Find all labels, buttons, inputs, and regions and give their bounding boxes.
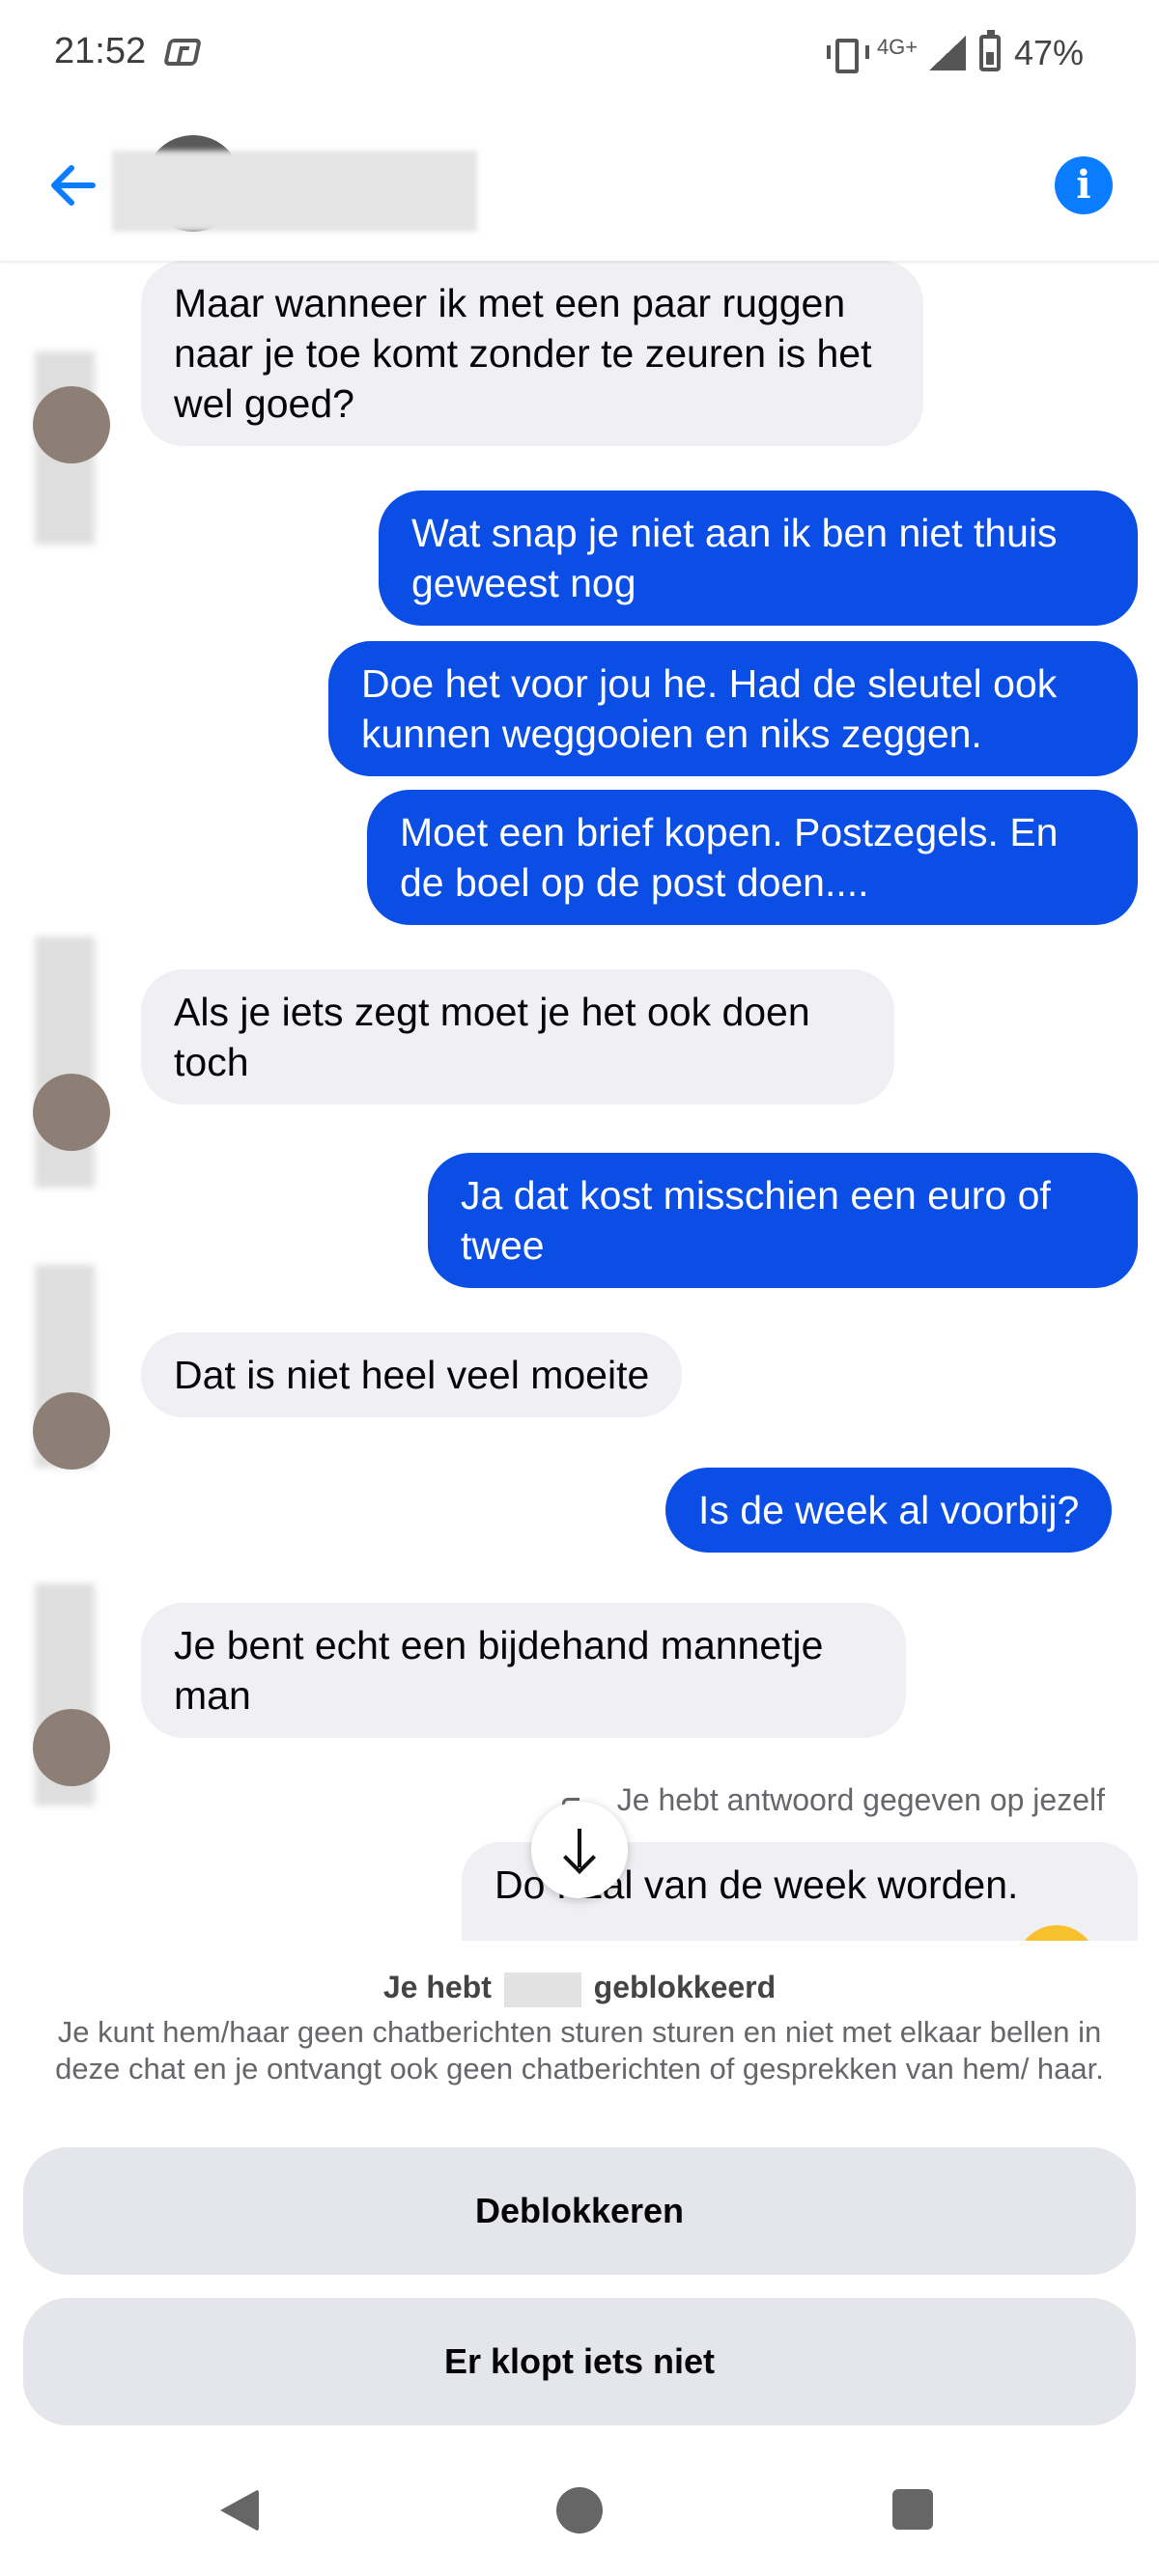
nav-back-icon[interactable]: [220, 2489, 259, 2532]
status-bar: 21:52 4G+ 47%: [0, 0, 1159, 106]
back-arrow-icon[interactable]: [42, 154, 104, 216]
blocked-name-redacted: [503, 1972, 581, 2007]
network-type: 4G+: [876, 35, 919, 59]
message-bubble-outgoing[interactable]: Wat snap je niet aan ik ben niet thuis g…: [379, 490, 1138, 626]
contact-avatar-small: [33, 1074, 110, 1151]
message-bubble-incoming[interactable]: Maar wanneer ik met een paar ruggen naar…: [141, 261, 923, 446]
contact-avatar-small: [33, 1392, 110, 1470]
info-icon[interactable]: i: [1055, 156, 1113, 214]
message-bubble-outgoing[interactable]: Doe het voor jou he. Had de sleutel ook …: [328, 641, 1138, 776]
message-bubble-outgoing[interactable]: Is de week al voorbij?: [665, 1468, 1113, 1553]
battery-icon: [978, 30, 1001, 71]
contact-avatar-small: [33, 386, 110, 463]
blocked-title-suffix: geblokkeerd: [593, 1970, 777, 2004]
navigation-bar: [0, 2462, 1159, 2576]
report-problem-button[interactable]: Er klopt iets niet: [23, 2298, 1136, 2425]
contact-avatar-small: [33, 1709, 110, 1786]
blocked-panel: Je hebt geblokkeerd Je kunt hem/haar gee…: [0, 1941, 1159, 2462]
scroll-down-button[interactable]: [531, 1802, 628, 1898]
nav-home-icon[interactable]: [556, 2487, 603, 2534]
contact-name-redacted[interactable]: [112, 151, 477, 232]
status-icons: 4G+ 47%: [825, 29, 1084, 77]
unblock-button[interactable]: Deblokkeren: [23, 2147, 1136, 2275]
vibrate-icon: [825, 37, 869, 73]
blocked-description: Je kunt hem/haar geen chatberichten stur…: [55, 2015, 1104, 2086]
nav-recents-icon[interactable]: [892, 2489, 933, 2530]
message-bubble-outgoing[interactable]: Ja dat kost misschien een euro of twee: [428, 1153, 1138, 1288]
message-bubble-incoming[interactable]: Dat is niet heel veel moeite: [141, 1332, 683, 1417]
message-bubble-incoming[interactable]: Als je iets zegt moet je het ook doen to…: [141, 969, 894, 1105]
signal-icon: [928, 36, 966, 70]
chat-header: i: [0, 106, 1159, 261]
reply-note: Je hebt antwoord gegeven op jezelf: [616, 1782, 1105, 1817]
status-time: 21:52: [54, 31, 147, 71]
message-bubble-outgoing[interactable]: Moet een brief kopen. Postzegels. En de …: [367, 790, 1138, 925]
notification-icon: [163, 39, 202, 66]
blocked-title-prefix: Je hebt: [382, 1970, 492, 2004]
message-bubble-incoming[interactable]: Je bent echt een bijdehand mannetje man: [141, 1603, 906, 1738]
message-list[interactable]: Maar wanneer ik met een paar ruggen naar…: [0, 261, 1159, 1941]
battery-percent: 47%: [1013, 33, 1084, 72]
blocked-title: Je hebt geblokkeerd: [0, 1970, 1159, 2007]
